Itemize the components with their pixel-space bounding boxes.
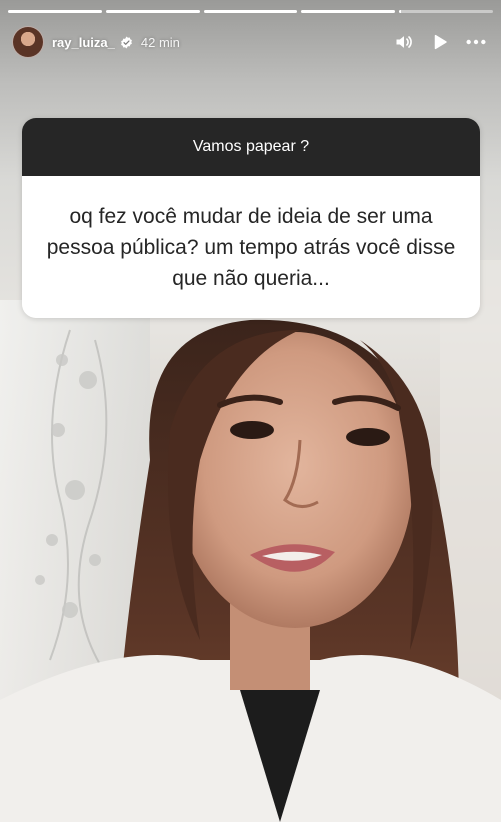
play-icon bbox=[434, 34, 447, 50]
story-viewer[interactable]: ray_luiza_ 42 min Vamos papear ? oq fez … bbox=[0, 0, 501, 822]
story-progress bbox=[8, 10, 493, 13]
story-header: ray_luiza_ 42 min bbox=[12, 24, 491, 60]
progress-fill bbox=[105, 10, 200, 13]
username[interactable]: ray_luiza_ bbox=[52, 35, 115, 50]
more-icon bbox=[466, 39, 486, 45]
play-button[interactable] bbox=[425, 27, 455, 57]
progress-fill bbox=[203, 10, 298, 13]
progress-fill bbox=[399, 10, 402, 13]
progress-segment bbox=[105, 10, 200, 13]
avatar[interactable] bbox=[12, 26, 44, 58]
more-options-button[interactable] bbox=[461, 27, 491, 57]
progress-fill bbox=[301, 10, 396, 13]
question-sticker-title: Vamos papear ? bbox=[22, 118, 480, 176]
post-time: 42 min bbox=[140, 34, 180, 50]
volume-icon bbox=[396, 36, 412, 48]
progress-segment bbox=[301, 10, 396, 13]
volume-button[interactable] bbox=[389, 27, 419, 57]
question-sticker-text: oq fez você mudar de ideia de ser uma pe… bbox=[22, 176, 480, 318]
progress-segment bbox=[399, 10, 493, 13]
verified-badge-icon bbox=[120, 36, 133, 49]
progress-fill bbox=[8, 10, 102, 13]
progress-segment bbox=[203, 10, 298, 13]
progress-segment bbox=[8, 10, 102, 13]
question-sticker[interactable]: Vamos papear ? oq fez você mudar de idei… bbox=[22, 118, 480, 318]
